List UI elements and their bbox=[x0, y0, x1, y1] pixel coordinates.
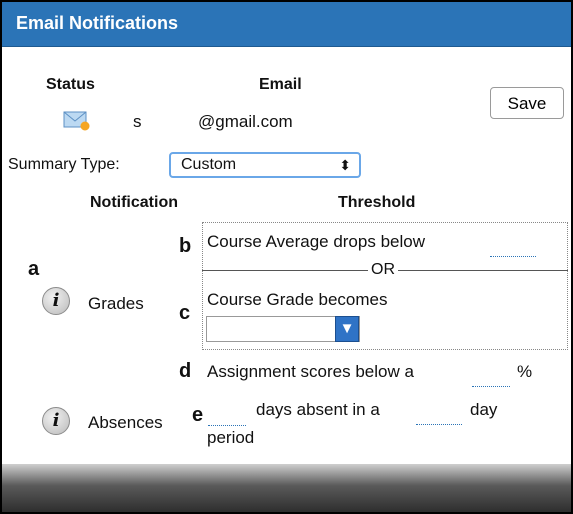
email-notifications-panel: Email Notifications Status Email s @gmai… bbox=[0, 0, 573, 514]
footer-bar bbox=[2, 464, 571, 512]
summary-type-select[interactable]: Custom ⬍ bbox=[169, 152, 361, 178]
status-column-header: Status bbox=[46, 76, 95, 93]
dropdown-arrow-icon[interactable]: ▼ bbox=[335, 316, 359, 342]
percent-unit: % bbox=[517, 362, 533, 381]
panel-header: Email Notifications bbox=[2, 2, 571, 47]
annotation-b: b bbox=[179, 235, 192, 257]
status-text: s bbox=[133, 112, 142, 131]
save-button[interactable]: Save bbox=[490, 87, 564, 119]
course-average-text: Course Average drops below bbox=[207, 232, 425, 251]
panel-title: Email Notifications bbox=[16, 13, 179, 33]
summary-type-label: Summary Type: bbox=[8, 156, 120, 173]
period-text: period bbox=[207, 428, 255, 447]
annotation-e: e bbox=[192, 404, 204, 426]
absences-info-icon[interactable]: i bbox=[42, 407, 70, 435]
email-column-header: Email bbox=[259, 76, 302, 93]
summary-type-value: Custom bbox=[181, 156, 237, 173]
absences-label: Absences bbox=[88, 413, 163, 432]
day-text: day bbox=[470, 400, 498, 419]
period-days-input[interactable] bbox=[416, 406, 462, 425]
annotation-d: d bbox=[179, 360, 192, 382]
grades-label: Grades bbox=[88, 294, 144, 313]
days-absent-input[interactable] bbox=[208, 407, 246, 426]
select-arrows-icon: ⬍ bbox=[339, 157, 351, 173]
course-grade-dropdown[interactable]: ▼ bbox=[206, 316, 360, 342]
course-grade-text: Course Grade becomes bbox=[207, 290, 388, 309]
envelope-icon bbox=[62, 108, 90, 132]
or-label: OR bbox=[368, 261, 398, 279]
notification-column-header: Notification bbox=[90, 194, 178, 211]
email-address: @gmail.com bbox=[198, 112, 293, 131]
course-average-input[interactable] bbox=[490, 238, 536, 257]
assignment-score-input[interactable] bbox=[472, 368, 510, 387]
days-absent-text: days absent in a bbox=[256, 400, 380, 419]
threshold-column-header: Threshold bbox=[338, 194, 416, 211]
grades-info-icon[interactable]: i bbox=[42, 287, 70, 315]
annotation-a: a bbox=[28, 258, 40, 280]
annotation-c: c bbox=[179, 302, 191, 324]
assignment-scores-text: Assignment scores below a bbox=[207, 362, 414, 381]
